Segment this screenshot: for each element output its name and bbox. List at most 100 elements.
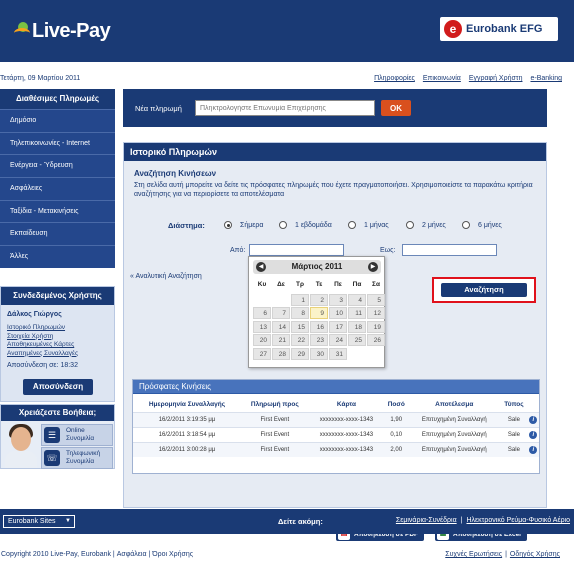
cell-info: i: [527, 426, 539, 442]
chat-icon: ☰: [44, 427, 60, 443]
link-contact[interactable]: Επικοινωνία: [423, 75, 461, 82]
calendar-day[interactable]: 17: [329, 320, 347, 333]
link-ebanking[interactable]: e-Banking: [530, 75, 562, 82]
eurobank-logo[interactable]: e Eurobank EFG: [440, 17, 558, 41]
sidebar-item-travel[interactable]: Ταξίδια - Μετακινήσεις: [0, 199, 115, 223]
ok-button[interactable]: OK: [381, 100, 411, 116]
header: Live-Pay e Eurobank EFG: [0, 0, 574, 62]
calendar-day[interactable]: 1: [291, 293, 309, 306]
calendar-day[interactable]: 18: [348, 320, 366, 333]
calendar-day[interactable]: 8: [291, 307, 309, 319]
advanced-search-link[interactable]: « Αναλυτική Αναζήτηση: [130, 273, 202, 280]
calendar-day[interactable]: 16: [310, 320, 328, 333]
cell-result: Επιτυχημένη Συναλλαγή: [408, 426, 501, 442]
link-user-details[interactable]: Στοιχεία Χρήστη: [7, 333, 114, 342]
period-today[interactable]: Σήμερα: [224, 221, 263, 229]
period-label: Διάστημα:: [168, 221, 205, 230]
link-faq[interactable]: Συχνές Ερωτήσεις: [445, 551, 502, 558]
online-chat-button[interactable]: ☰ Online Συνομιλία: [41, 424, 113, 446]
calendar-day[interactable]: 5: [367, 293, 385, 306]
calendar-day[interactable]: 29: [291, 347, 309, 360]
calendar-day[interactable]: 3: [329, 293, 347, 306]
eurobank-sites-select[interactable]: Eurobank Sites ▼: [3, 515, 75, 528]
live-pay-swoosh-icon: [14, 20, 30, 42]
cell-payee: First Event: [240, 411, 309, 427]
link-pending-transactions[interactable]: Αναπημένες Συναλλαγές: [7, 350, 114, 359]
info-icon[interactable]: i: [529, 445, 538, 454]
live-pay-logo-text: Live-Pay: [32, 19, 111, 42]
prev-month-icon[interactable]: ◀: [256, 262, 266, 272]
calendar-day[interactable]: 7: [272, 307, 290, 319]
calendar-day[interactable]: 19: [367, 320, 385, 333]
calendar-day[interactable]: 31: [329, 347, 347, 360]
support-agent-image: [3, 423, 39, 468]
calendar-day[interactable]: 11: [348, 307, 366, 319]
period-6-months[interactable]: 6 μήνες: [462, 221, 502, 229]
col-amount: Ποσό: [387, 401, 405, 409]
new-payment-bar: Νέα πληρωμή OK: [123, 89, 547, 127]
calendar-day[interactable]: 24: [329, 334, 347, 346]
help-option-line: Τηλεφωνική: [66, 450, 101, 457]
col-date: Ημερομηνία Συναλλαγής: [148, 401, 226, 409]
sidebar-item-energy[interactable]: Ενέργεια - Ύδρευση: [0, 154, 115, 178]
calendar-day[interactable]: 13: [253, 320, 271, 333]
link-register[interactable]: Εγγραφή Χρήστη: [469, 75, 523, 82]
table-row: 16/2/2011 3:19:35 μμ First Event xxxxxxx…: [133, 411, 539, 427]
calendar-day[interactable]: 23: [310, 334, 328, 346]
info-icon[interactable]: i: [529, 430, 538, 439]
link-info[interactable]: Πληροφορίες: [374, 75, 415, 82]
calendar-day[interactable]: 10: [329, 307, 347, 319]
sidebar-item-public[interactable]: Δημόσιο: [0, 109, 115, 132]
sidebar-item-insurance[interactable]: Ασφάλειες: [0, 177, 115, 200]
live-pay-logo[interactable]: Live-Pay: [14, 14, 111, 48]
calendar-day-name: Κυ: [257, 281, 267, 288]
calendar-day[interactable]: 26: [367, 334, 385, 346]
calendar-day[interactable]: 14: [272, 320, 290, 333]
calendar-day-name: Τρ: [296, 281, 304, 288]
period-1-week[interactable]: 1 εβδομάδα: [279, 221, 332, 229]
link-electricity-gas[interactable]: Ηλεκτρονικό Ρεύμα-Φυσικό Αέριο: [466, 517, 570, 524]
search-button[interactable]: Αναζήτηση: [441, 283, 527, 297]
calendar-day[interactable]: 6: [253, 307, 271, 319]
bottom-link-separator: |: [505, 551, 507, 558]
calendar-day-name: Πα: [352, 281, 362, 288]
calendar-day[interactable]: 12: [367, 307, 385, 319]
col-info: [528, 398, 539, 412]
sidebar-item-education[interactable]: Εκπαίδευση: [0, 222, 115, 246]
link-user-guide[interactable]: Οδηγός Χρήσης: [510, 551, 560, 558]
col-payee: Πληρωμή προς: [250, 401, 299, 409]
calendar-day[interactable]: 20: [253, 334, 271, 346]
info-icon[interactable]: i: [529, 415, 538, 424]
link-seminars[interactable]: Σεμινάρια-Συνέδρια: [396, 517, 457, 524]
footer-links: Σεμινάρια-Συνέδρια | Ηλεκτρονικό Ρεύμα-Φ…: [396, 517, 570, 524]
calendar-day[interactable]: 21: [272, 334, 290, 346]
from-date-input[interactable]: [249, 244, 344, 256]
calendar-day[interactable]: 28: [272, 347, 290, 360]
calendar-today[interactable]: 9: [310, 307, 328, 319]
cell-info: i: [527, 441, 539, 457]
calendar-day[interactable]: 4: [348, 293, 366, 306]
sidebar-item-other[interactable]: Άλλες: [0, 245, 115, 268]
period-2-months[interactable]: 2 μήνες: [406, 221, 446, 229]
recent-transactions: Πρόσφατες Κινήσεις Ημερομηνία Συναλλαγής…: [132, 379, 540, 474]
period-1-month[interactable]: 1 μήνας: [348, 221, 389, 229]
calendar-day[interactable]: 25: [348, 334, 366, 346]
period-option-label: 1 μήνας: [364, 221, 389, 229]
company-search-input[interactable]: [195, 100, 375, 116]
calendar-day-name: Πε: [334, 281, 342, 288]
calendar-day[interactable]: 15: [291, 320, 309, 333]
logout-button[interactable]: Αποσύνδεση: [23, 379, 93, 395]
col-result: Αποτέλεσμα: [435, 401, 474, 409]
calendar-day[interactable]: 22: [291, 334, 309, 346]
calendar-day[interactable]: 2: [310, 293, 328, 306]
see-more-label: Δείτε ακόμη:: [278, 517, 323, 526]
next-month-icon[interactable]: ▶: [368, 262, 378, 272]
phone-support-button[interactable]: ☏ Τηλεφωνική Συνομιλία: [41, 447, 113, 469]
to-date-input[interactable]: [402, 244, 497, 256]
new-payment-label: Νέα πληρωμή: [135, 103, 182, 113]
calendar-day[interactable]: 27: [253, 347, 271, 360]
sidebar-item-telecom[interactable]: Τηλεπικοινωνίες - Internet: [0, 131, 115, 155]
link-saved-cards[interactable]: Αποθηκευμένες Κάρτες: [7, 341, 114, 350]
calendar-day[interactable]: 30: [310, 347, 328, 360]
link-payment-history[interactable]: Ιστορικό Πληρωμών: [7, 324, 114, 333]
